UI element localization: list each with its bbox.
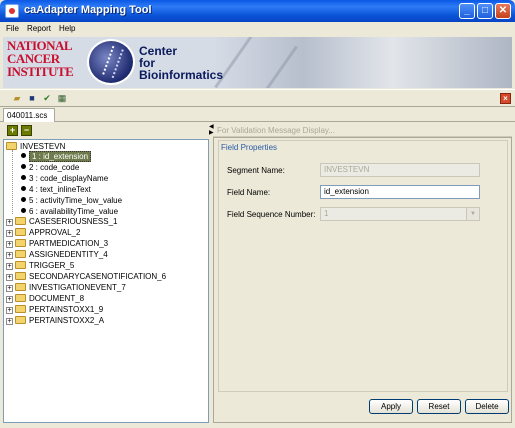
tree-segment[interactable]: + PARTMEDICATION_3 (6, 239, 108, 249)
segment-name-label: Segment Name: (227, 166, 285, 175)
expand-icon[interactable]: + (6, 274, 13, 281)
tree-segment[interactable]: + SECONDARYCASENOTIFICATION_6 (6, 272, 166, 282)
field-bullet-icon (21, 153, 26, 158)
maximize-button[interactable]: □ (477, 3, 493, 19)
field-sequence-label: Field Sequence Number: (227, 210, 316, 219)
folder-icon (15, 228, 26, 236)
delete-button[interactable]: Delete (465, 399, 509, 414)
tree-segment[interactable]: + APPROVAL_2 (6, 228, 80, 238)
field-properties-title: Field Properties (221, 143, 278, 152)
tree-toolbar: + − (3, 124, 208, 138)
tree-field-4[interactable]: 4 : text_inlineText (21, 185, 91, 195)
expand-icon[interactable]: + (6, 219, 13, 226)
tree-field-5[interactable]: 5 : activityTime_low_value (21, 196, 122, 206)
header-banner: NATIONAL CANCER INSTITUTE Center for Bio… (3, 37, 512, 88)
expand-icon[interactable]: + (6, 296, 13, 303)
folder-icon (15, 283, 26, 291)
tab-document[interactable]: 040011.scs (3, 108, 55, 122)
open-folder-icon[interactable]: ▰ (11, 93, 23, 104)
field-bullet-icon (21, 197, 26, 202)
tree-segment[interactable]: + INVESTIGATIONEVENT_7 (6, 283, 126, 293)
expand-icon[interactable]: + (6, 252, 13, 259)
minimize-button[interactable]: _ (459, 3, 475, 19)
field-sequence-select: 1 ▼ (320, 207, 480, 221)
field-name-input[interactable]: id_extension (320, 185, 480, 199)
expand-icon[interactable]: + (6, 230, 13, 237)
expand-icon[interactable]: + (6, 318, 13, 325)
menu-bar: File Report Help (0, 22, 515, 36)
folder-icon (15, 217, 26, 225)
tree-field-1[interactable]: 1 : id_extension (21, 151, 92, 162)
collapse-all-button[interactable]: − (21, 125, 32, 136)
expand-icon[interactable]: + (6, 241, 13, 248)
report-icon[interactable]: ▦ (56, 93, 68, 104)
segment-tree[interactable]: INVESTEVN 1 : id_extension 2 : code_code… (3, 139, 209, 423)
menu-file[interactable]: File (6, 24, 19, 33)
folder-icon (15, 316, 26, 324)
field-bullet-icon (21, 208, 26, 213)
close-button[interactable]: ✕ (495, 3, 511, 19)
apply-button[interactable]: Apply (369, 399, 413, 414)
tree-segment[interactable]: + TRIGGER_5 (6, 261, 74, 271)
window-title: caAdapter Mapping Tool (24, 4, 152, 16)
folder-icon (15, 305, 26, 313)
field-bullet-icon (21, 164, 26, 169)
tree-field-3[interactable]: 3 : code_displayName (21, 174, 108, 184)
tree-field-6[interactable]: 6 : availabilityTime_value (21, 207, 118, 217)
center-for-bioinformatics-text: Center for Bioinformatics (139, 44, 224, 82)
reset-button[interactable]: Reset (417, 399, 461, 414)
menu-report[interactable]: Report (27, 24, 51, 33)
folder-icon (15, 239, 26, 247)
save-icon[interactable]: ■ (26, 93, 38, 104)
segment-name-field: INVESTEVN (320, 163, 480, 177)
field-name-label: Field Name: (227, 188, 271, 197)
close-document-icon[interactable]: × (500, 93, 511, 104)
expand-icon[interactable]: + (6, 263, 13, 270)
folder-icon (15, 272, 26, 280)
validate-icon[interactable]: ✔ (41, 93, 53, 104)
expand-icon[interactable]: + (6, 285, 13, 292)
tree-connector (12, 150, 13, 214)
folder-open-icon (6, 142, 17, 150)
field-bullet-icon (21, 175, 26, 180)
expand-icon[interactable]: + (6, 307, 13, 314)
menu-help[interactable]: Help (59, 24, 75, 33)
app-icon (5, 4, 19, 18)
tree-segment[interactable]: + CASESERIOUSNESS_1 (6, 217, 117, 227)
bioinformatics-logo-icon (87, 39, 135, 85)
tree-segment[interactable]: + PERTAINSTOXX2_A (6, 316, 104, 326)
field-properties-group: Field Properties Segment Name: INVESTEVN… (218, 140, 508, 392)
field-properties-panel: Field Properties Segment Name: INVESTEVN… (213, 137, 512, 423)
folder-icon (15, 261, 26, 269)
nci-logo: NATIONAL CANCER INSTITUTE (7, 38, 74, 79)
dna-background (213, 37, 512, 88)
tree-field-2[interactable]: 2 : code_code (21, 163, 79, 173)
field-bullet-icon (21, 186, 26, 191)
tree-segment[interactable]: + PERTAINSTOXX1_9 (6, 305, 103, 315)
folder-icon (15, 294, 26, 302)
tree-segment[interactable]: + DOCUMENT_8 (6, 294, 84, 304)
toolbar: ▰ ■ ✔ ▦ × (0, 89, 515, 107)
tab-strip (0, 121, 515, 122)
validation-message-bar: For Validation Message Display... (213, 124, 512, 137)
tree-segment[interactable]: + ASSIGNEDENTITY_4 (6, 250, 108, 260)
expand-all-button[interactable]: + (7, 125, 18, 136)
folder-icon (15, 250, 26, 258)
chevron-down-icon: ▼ (466, 208, 479, 220)
title-bar: caAdapter Mapping Tool _ □ ✕ (0, 0, 515, 22)
